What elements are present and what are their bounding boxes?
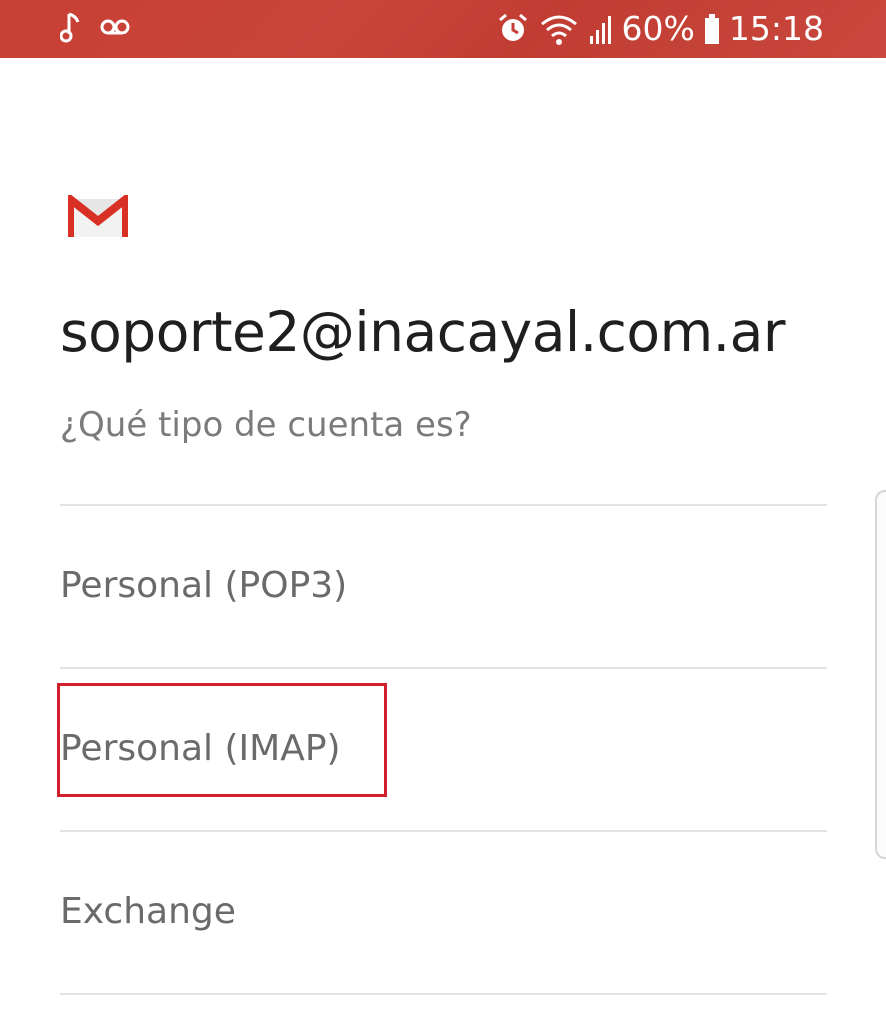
option-pop3[interactable]: Personal (POP3)	[60, 505, 827, 665]
option-label: Exchange	[60, 890, 236, 932]
account-type-question: ¿Qué tipo de cuenta es?	[60, 405, 472, 445]
scrollbar[interactable]	[875, 490, 886, 859]
wifi-icon	[538, 12, 580, 46]
gmail-logo-icon	[66, 190, 130, 239]
option-label: Personal (IMAP)	[60, 727, 341, 769]
account-email: soporte2@inacayal.com.ar	[60, 300, 785, 364]
alarm-icon	[496, 12, 530, 46]
music-note-icon	[60, 10, 82, 44]
option-exchange[interactable]: Exchange	[60, 831, 827, 991]
option-imap[interactable]: Personal (IMAP)	[60, 668, 827, 828]
signal-icon	[588, 12, 614, 46]
divider	[60, 993, 827, 995]
status-bar: 60% 15:18	[0, 0, 886, 58]
status-bar-right: 60% 15:18	[496, 8, 824, 50]
battery-icon	[703, 12, 721, 46]
option-label: Personal (POP3)	[60, 564, 348, 606]
clock-time: 15:18	[728, 9, 824, 48]
battery-percent: 60%	[621, 9, 695, 48]
voicemail-icon	[100, 17, 130, 37]
status-bar-left	[60, 10, 130, 44]
